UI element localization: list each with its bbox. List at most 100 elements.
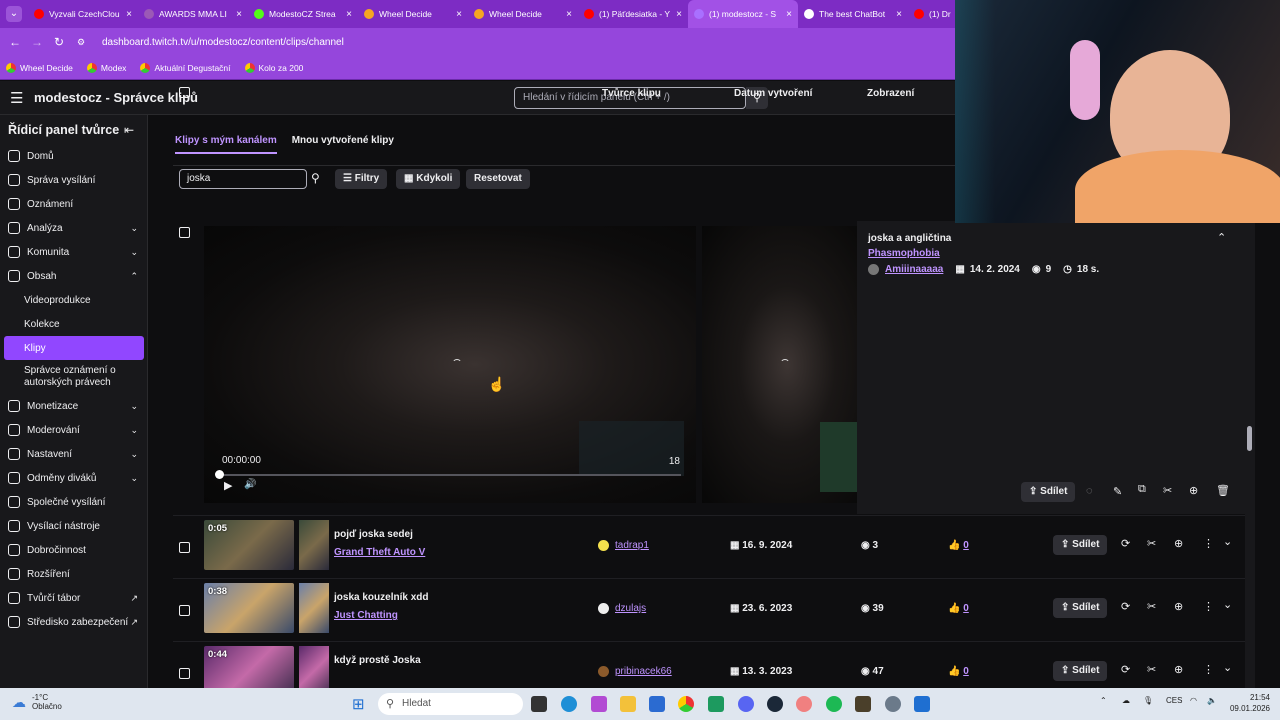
sidebar-item[interactable]: Moderování ⌄ (0, 418, 148, 442)
scissors-icon[interactable]: ✂ (1163, 484, 1172, 497)
chevron-down-icon[interactable]: ⌄ (1223, 598, 1232, 611)
bookmark-item[interactable]: Kolo za 200 (244, 62, 303, 73)
clip-thumbnail[interactable]: 0:38 (204, 583, 294, 633)
app-icon[interactable] (708, 696, 724, 712)
more-options-icon[interactable]: ⋮ (1203, 663, 1214, 676)
share-button[interactable]: ⇪ Sdílet (1053, 661, 1108, 681)
close-icon[interactable]: × (896, 9, 902, 20)
browser-tab[interactable]: Wheel Decide × (358, 0, 468, 28)
steam-icon[interactable] (767, 696, 783, 712)
add-icon[interactable]: ⊕ (1174, 537, 1183, 550)
tray-app-icon[interactable]: ☁ (1122, 696, 1130, 705)
app-icon[interactable] (591, 696, 607, 712)
sidebar-item[interactable]: Tvůrčí tábor ↗ (0, 586, 148, 610)
time-range-button[interactable]: ▦ Kdykoli (396, 169, 461, 189)
browser-tab[interactable]: (1) Päťdesiatka - Y × (578, 0, 688, 28)
app-icon[interactable] (855, 696, 871, 712)
opera-icon[interactable] (796, 696, 812, 712)
sidebar-item[interactable]: Komunita ⌄ (0, 240, 148, 264)
play-icon[interactable]: ▶ (224, 479, 232, 492)
close-icon[interactable]: × (566, 9, 572, 20)
scroll-thumb[interactable] (1247, 426, 1252, 451)
bookmark-item[interactable]: Wheel Decide (6, 62, 73, 73)
column-creator[interactable]: Tvůrce klipu (602, 88, 661, 99)
author-link[interactable]: dzulajs (598, 603, 646, 614)
close-icon[interactable]: × (236, 9, 242, 20)
chevron-down-icon[interactable]: ⌄ (1223, 535, 1232, 548)
sidebar-item[interactable]: Monetizace ⌄ (0, 394, 148, 418)
reload-icon[interactable]: ↻ (48, 35, 70, 49)
task-view-icon[interactable] (531, 696, 547, 712)
speaker-icon[interactable]: 🔈 (1207, 696, 1217, 705)
clip-vertical-thumbnail[interactable] (299, 520, 329, 570)
row-checkbox[interactable] (179, 542, 190, 553)
browser-tab[interactable]: The best ChatBot × (798, 0, 908, 28)
share-button[interactable]: ⇪ Sdílet (1021, 482, 1076, 502)
sidebar-item[interactable]: Analýza ⌄ (0, 216, 148, 240)
clock[interactable]: 21:54 09.01.2026 (1226, 692, 1270, 714)
video-player[interactable]: ☝ 00:00:00 18 ▶ 🔊 (204, 226, 696, 503)
file-explorer-icon[interactable] (620, 696, 636, 712)
back-icon[interactable]: ← (4, 35, 26, 49)
scissors-icon[interactable]: ✂ (1147, 663, 1156, 676)
edge-icon[interactable] (561, 696, 577, 712)
close-icon[interactable]: × (676, 9, 682, 20)
weather-widget[interactable]: ☁ -1°C Oblačno (12, 693, 62, 711)
add-icon[interactable]: ⊕ (1174, 663, 1183, 676)
clip-vertical-preview[interactable] (702, 226, 857, 503)
hamburger-menu-icon[interactable]: ☰ (10, 89, 26, 107)
seek-handle[interactable] (215, 470, 224, 479)
trash-icon[interactable]: 🗑 (1216, 484, 1230, 497)
clip-likes[interactable]: 👍 0 (948, 666, 969, 677)
spotify-icon[interactable] (826, 696, 842, 712)
url-field[interactable]: dashboard.twitch.tv/u/modestocz/content/… (102, 37, 344, 48)
add-icon[interactable]: ⊕ (1189, 484, 1198, 497)
sidebar-item[interactable]: Domů (0, 144, 148, 168)
column-created[interactable]: Datum vytvoření (734, 88, 812, 99)
browser-tab[interactable]: Wheel Decide × (468, 0, 578, 28)
filters-button[interactable]: ☰ Filtry (335, 169, 388, 189)
sidebar-item[interactable]: Nastavení ⌄ (0, 442, 148, 466)
sidebar-item[interactable]: Odměny diváků ⌄ (0, 466, 148, 490)
select-all-checkbox[interactable] (179, 87, 190, 98)
reset-button[interactable]: Resetovat (466, 169, 530, 189)
microphone-icon[interactable]: 🎙 (1143, 696, 1153, 705)
sidebar-subitem[interactable]: Správce oznámení o autorských právech (0, 360, 148, 394)
share-button[interactable]: ⇪ Sdílet (1053, 598, 1108, 618)
sidebar-item[interactable]: Správa vysílání (0, 168, 148, 192)
sidebar-item[interactable]: Oznámení (0, 192, 148, 216)
more-options-icon[interactable]: ⋮ (1203, 600, 1214, 613)
clip-thumbnail[interactable]: 0:05 (204, 520, 294, 570)
add-icon[interactable]: ⊕ (1174, 600, 1183, 613)
column-views[interactable]: Zobrazení (867, 88, 914, 99)
sidebar-subitem[interactable]: Videoprodukce (0, 288, 148, 312)
tab-my-created-clips[interactable]: Mnou vytvořené klipy (292, 135, 394, 154)
close-icon[interactable]: × (126, 9, 132, 20)
discord-icon[interactable] (738, 696, 754, 712)
chrome-icon[interactable] (678, 696, 694, 712)
close-icon[interactable]: × (456, 9, 462, 20)
sidebar-subitem[interactable]: Kolekce (0, 312, 148, 336)
share-button[interactable]: ⇪ Sdílet (1053, 535, 1108, 555)
sidebar-item[interactable]: Dobročinnost (0, 538, 148, 562)
refresh-icon[interactable]: ⟳ (1121, 663, 1130, 676)
close-icon[interactable]: × (346, 9, 352, 20)
tray-chevron-icon[interactable]: ⌃ (1100, 696, 1107, 705)
windows-start-icon[interactable]: ⊞ (352, 695, 365, 713)
settings-icon[interactable] (885, 696, 901, 712)
edit-icon[interactable]: ✎ (1113, 485, 1122, 498)
author-link[interactable]: tadrap1 (598, 540, 649, 551)
clip-likes[interactable]: 👍 0 (948, 603, 969, 614)
seek-bar[interactable] (219, 474, 681, 476)
clip-game-link[interactable]: Grand Theft Auto V (334, 547, 425, 558)
sidebar-item[interactable]: Vysílací nástroje (0, 514, 148, 538)
tab-my-channel-clips[interactable]: Klipy s mým kanálem (175, 135, 277, 154)
sidebar-item[interactable]: Středisko zabezpečení ↗ (0, 610, 148, 634)
chevron-down-icon[interactable]: ⌄ (1223, 661, 1232, 674)
refresh-icon[interactable]: ⟳ (1121, 600, 1130, 613)
clip-game-link[interactable]: Phasmophobia (868, 248, 940, 259)
refresh-icon[interactable]: ⟳ (1121, 537, 1130, 550)
scissors-icon[interactable]: ✂ (1147, 537, 1156, 550)
browser-tab[interactable]: ModestoCZ Strea × (248, 0, 358, 28)
author-link[interactable]: Amiiinaaaaa (885, 264, 943, 275)
